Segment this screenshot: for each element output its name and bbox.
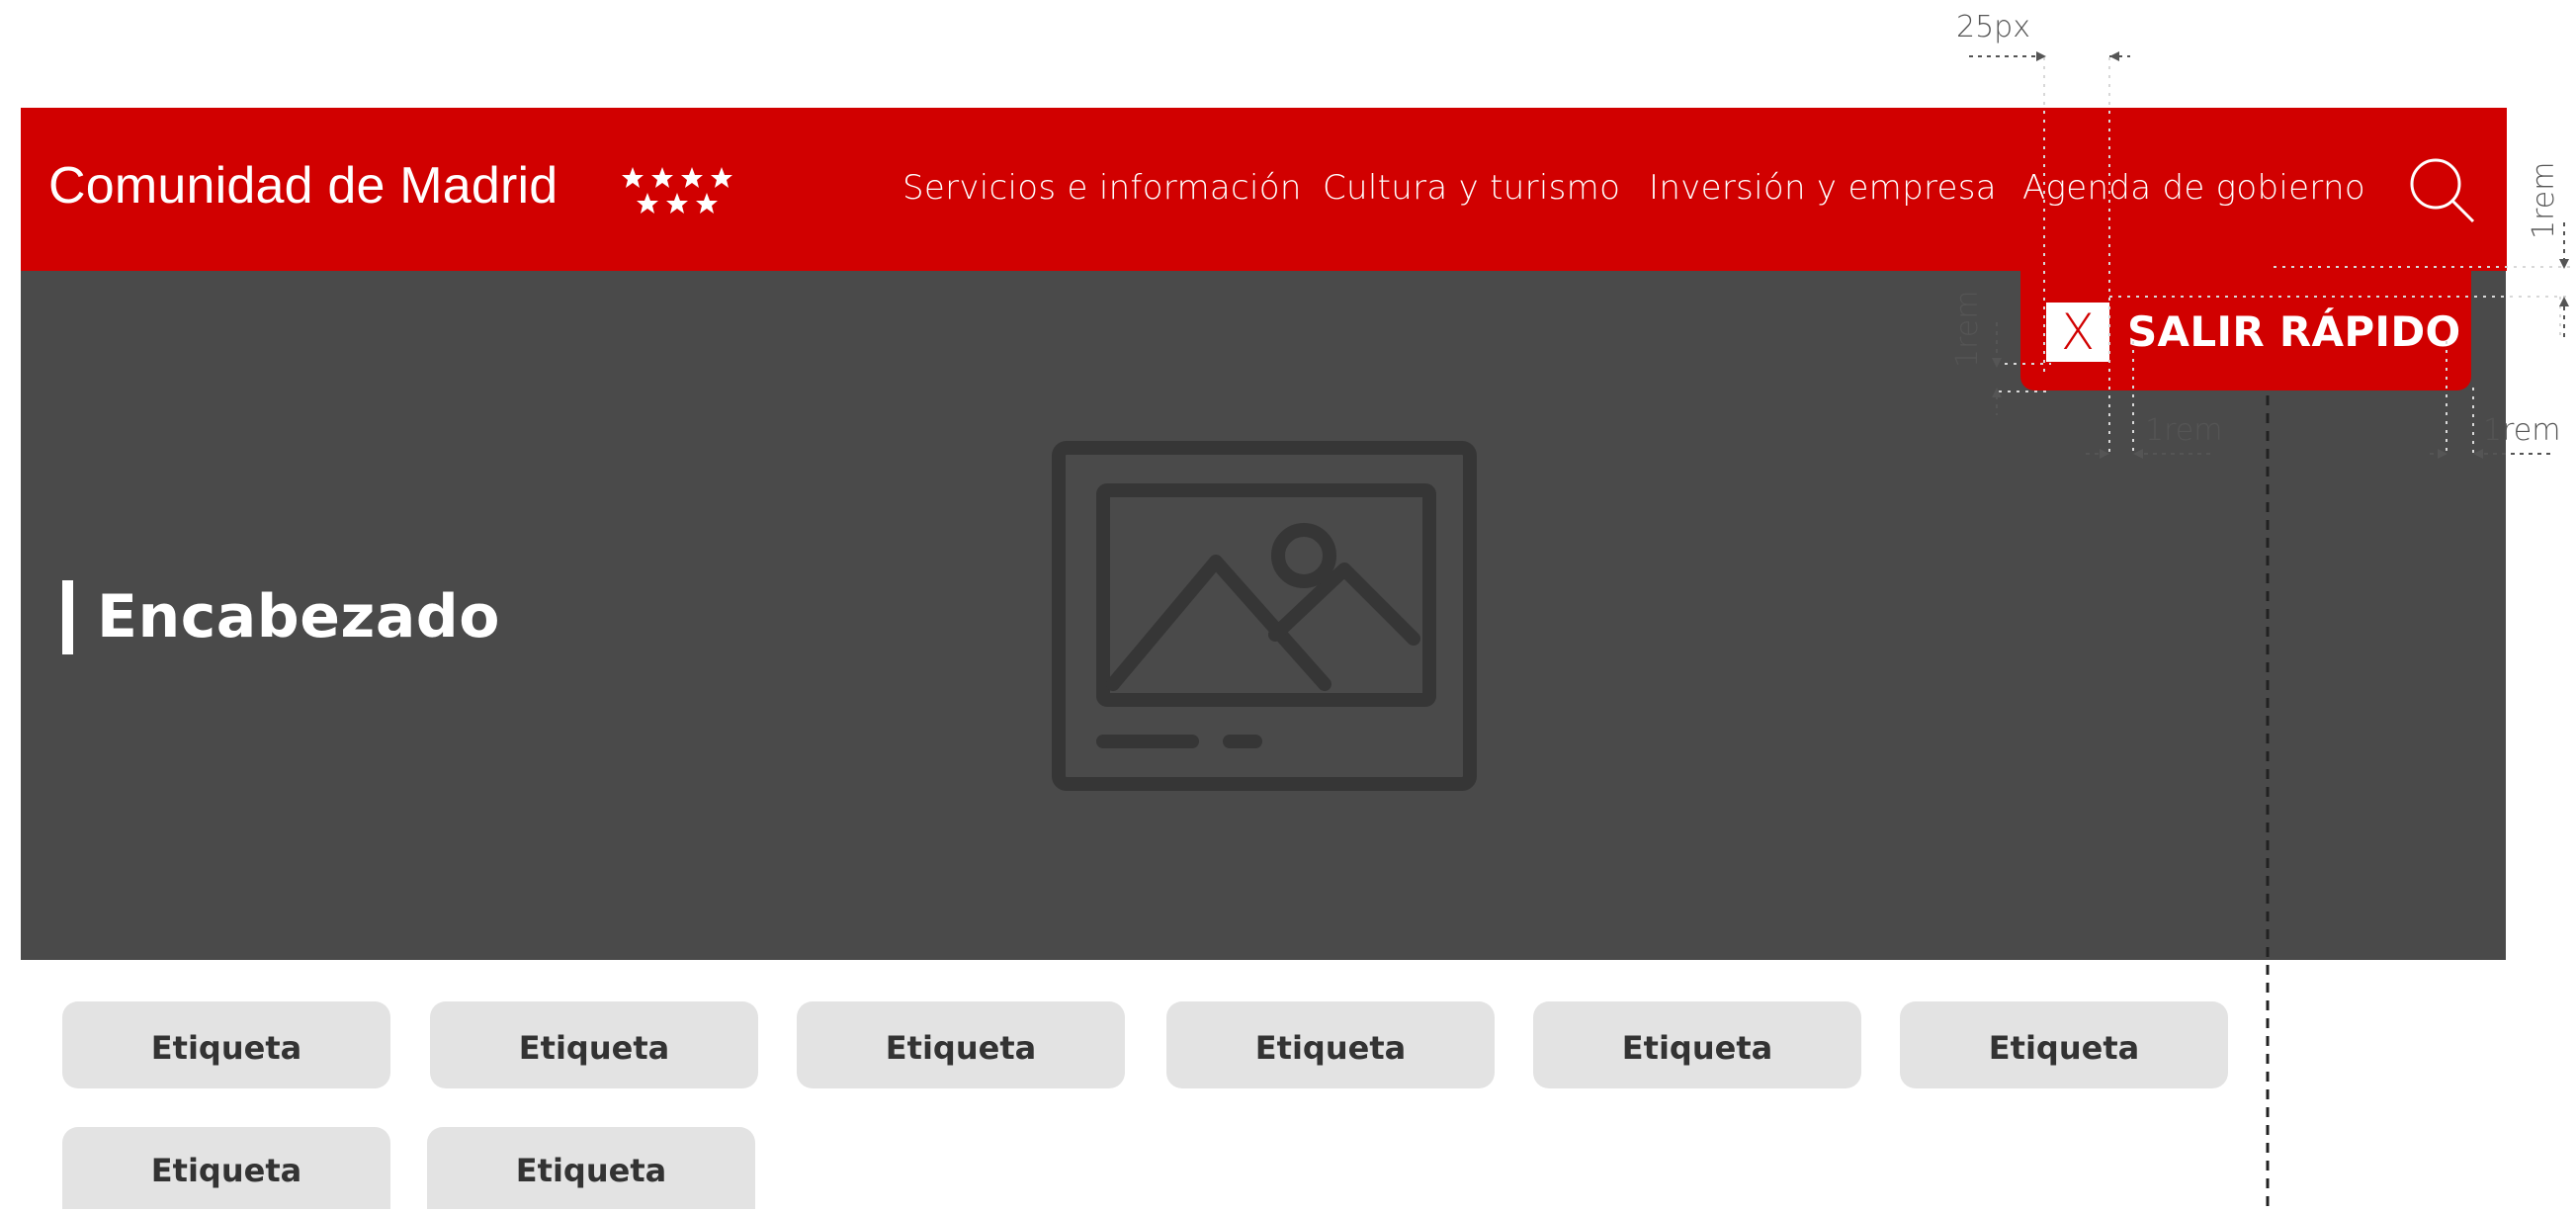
nav-item-agenda[interactable]: Agenda de gobierno [2022, 168, 2365, 208]
annotation-right-spacing: 1rem [2527, 161, 2561, 239]
title-accent-bar [62, 580, 73, 654]
tag-chip[interactable]: Etiqueta [427, 1127, 755, 1209]
site-logo-text[interactable]: Comunidad de Madrid [48, 156, 558, 216]
tag-chip[interactable]: Etiqueta [62, 1001, 390, 1088]
annotation-top-spacing: 25px [1956, 10, 2030, 44]
hero-title: Encabezado [97, 582, 500, 651]
annotation-bottom-right-spacing: 1rem [2483, 413, 2561, 448]
annotation-left-spacing: 1rem [1950, 290, 1985, 368]
image-placeholder-icon [1052, 441, 1477, 791]
tag-chip[interactable]: Etiqueta [430, 1001, 758, 1088]
nav-item-inversion[interactable]: Inversión y empresa [1649, 168, 1997, 208]
tag-chip[interactable]: Etiqueta [62, 1127, 390, 1209]
tag-chip[interactable]: Etiqueta [1166, 1001, 1495, 1088]
quick-exit-label[interactable]: SALIR RÁPIDO [2127, 303, 2461, 362]
annotation-bottom-left-spacing: 1rem [2145, 413, 2223, 448]
tag-chip[interactable]: Etiqueta [1533, 1001, 1861, 1088]
close-icon[interactable]: X [2046, 303, 2109, 362]
tag-chip[interactable]: Etiqueta [797, 1001, 1125, 1088]
nav-item-cultura[interactable]: Cultura y turismo [1323, 168, 1620, 208]
search-icon[interactable] [2408, 156, 2477, 225]
stars-logo-icon [622, 167, 732, 214]
tag-chip[interactable]: Etiqueta [1900, 1001, 2228, 1088]
nav-item-servicios[interactable]: Servicios e información [902, 168, 1302, 208]
